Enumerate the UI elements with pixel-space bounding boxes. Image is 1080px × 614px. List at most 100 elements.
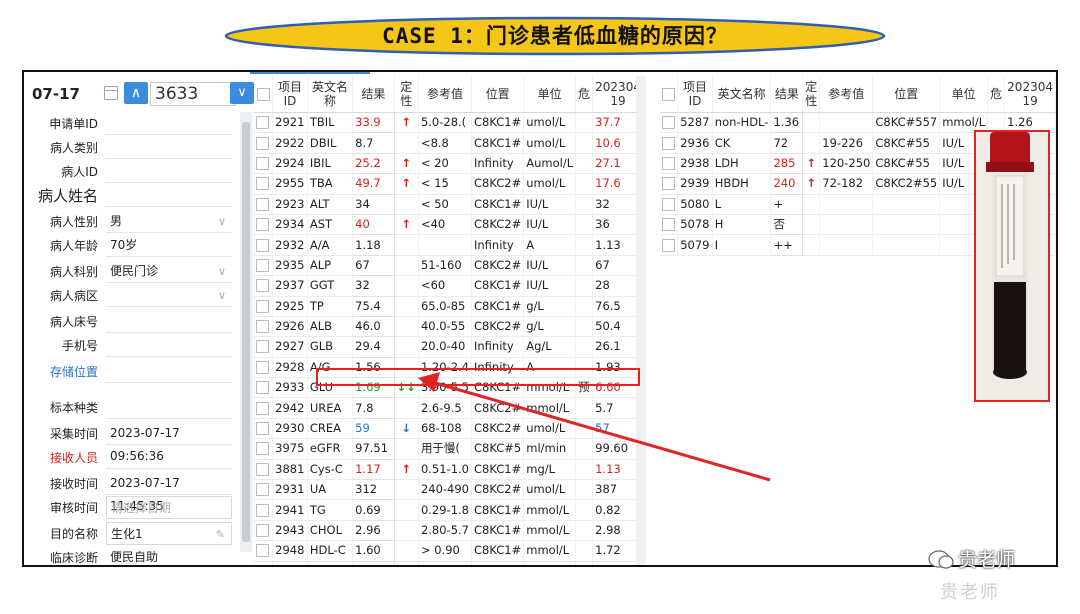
row-checkbox[interactable]: [662, 218, 675, 232]
cell-result[interactable]: 59: [352, 417, 395, 440]
row-checkbox[interactable]: [256, 381, 269, 395]
form-value[interactable]: [106, 184, 232, 207]
form-value[interactable]: 2023-07-17 09:56:36: [106, 422, 232, 463]
cell-result[interactable]: 72: [770, 132, 804, 154]
cell-result[interactable]: 1.21: [352, 560, 395, 565]
row-checkbox[interactable]: [256, 320, 269, 334]
form-value[interactable]: 男 ∨: [106, 210, 232, 233]
table-row[interactable]: 2937 GGT 32 <60 C8KC1# IU/L 28: [254, 275, 644, 297]
middle-scrollbar[interactable]: [636, 76, 646, 564]
row-checkbox[interactable]: [256, 156, 269, 170]
checkbox-cell[interactable]: [254, 153, 274, 175]
row-checkbox[interactable]: [256, 544, 269, 558]
row-checkbox[interactable]: [256, 360, 269, 374]
row-checkbox[interactable]: [256, 462, 269, 476]
form-value[interactable]: [106, 160, 232, 183]
form-value[interactable]: ∨: [106, 284, 232, 307]
row-checkbox[interactable]: [256, 442, 269, 456]
calendar-icon[interactable]: [104, 86, 118, 100]
checkbox-cell[interactable]: [254, 214, 274, 236]
row-checkbox[interactable]: [256, 340, 269, 354]
form-value[interactable]: 生化1 ✎: [106, 522, 232, 545]
checkbox-cell[interactable]: [660, 234, 679, 256]
checkbox-cell[interactable]: [254, 173, 274, 195]
checkbox-cell[interactable]: [254, 499, 274, 521]
checkbox-cell[interactable]: [254, 275, 274, 297]
cell-result[interactable]: 40: [352, 213, 395, 236]
cell-result[interactable]: 46.0: [352, 315, 395, 338]
cell-result[interactable]: 1.36: [770, 111, 804, 134]
table-row[interactable]: 2955 TBA 49.7 ↑ < 15 C8KC2# umol/L 17.6: [254, 173, 644, 195]
row-checkbox[interactable]: [256, 422, 269, 436]
checkbox-cell[interactable]: [254, 561, 274, 565]
row-checkbox[interactable]: [256, 483, 269, 497]
checkbox-cell[interactable]: [254, 459, 274, 481]
row-checkbox[interactable]: [662, 116, 675, 130]
checkbox-cell[interactable]: [254, 520, 274, 542]
row-checkbox[interactable]: [256, 136, 269, 150]
row-checkbox[interactable]: [256, 238, 269, 252]
table-row[interactable]: 2943 CHOL 2.96 2.80-5.7 C8KC1# mmol/L 2.98: [254, 519, 644, 542]
checkbox-cell[interactable]: [254, 255, 274, 277]
sample-date[interactable]: 07-17: [32, 82, 80, 106]
table-row[interactable]: 2931 UA 312 240-490 C8KC2# umol/L 387: [254, 479, 644, 501]
checkbox-cell[interactable]: [254, 132, 274, 154]
checkbox-cell[interactable]: [254, 540, 274, 562]
table-row[interactable]: 2941 TG 0.69 0.29-1.8 C8KC1# mmol/L 0.82: [254, 499, 644, 521]
cell-result[interactable]: 2.96: [352, 519, 395, 542]
checkbox[interactable]: [256, 88, 270, 101]
row-checkbox[interactable]: [256, 524, 269, 537]
chevron-up-icon[interactable]: ∧: [124, 82, 148, 104]
row-checkbox[interactable]: [662, 238, 675, 252]
checkbox-cell[interactable]: [660, 173, 679, 195]
table-row[interactable]: 2932 A/A 1.18 Infinity A 1.13: [254, 234, 644, 256]
checkbox-cell[interactable]: [254, 438, 274, 460]
form-value[interactable]: 2023-07-17 11:45:35: [106, 472, 232, 513]
table-row[interactable]: 2948 HDL-C 1.60 > 0.90 C8KC1# mmol/L 1.72: [254, 540, 644, 562]
checkbox-cell[interactable]: [254, 112, 274, 134]
checkbox-cell[interactable]: [660, 194, 679, 215]
checkbox-cell[interactable]: [254, 194, 274, 215]
checkbox-cell[interactable]: [254, 357, 274, 379]
left-scrollbar[interactable]: [240, 112, 252, 552]
row-checkbox[interactable]: [662, 136, 675, 150]
sample-number-input[interactable]: 3633: [150, 82, 236, 106]
cell-result[interactable]: 312: [352, 479, 395, 501]
cell-result[interactable]: 7.8: [352, 397, 395, 419]
checkbox-cell[interactable]: [254, 479, 274, 501]
cell-result[interactable]: 97.51: [352, 438, 395, 460]
table-row[interactable]: 3975 eGFR 97.51 用于慢(C8KC#5 ml/min 99.60: [254, 438, 644, 460]
form-value[interactable]: [106, 446, 232, 469]
form-value[interactable]: [106, 396, 232, 419]
cell-result[interactable]: 0.69: [352, 499, 395, 521]
table-row[interactable]: 2942 UREA 7.8 2.6-9.5 C8KC2# mmol/L 5.7: [254, 397, 644, 419]
form-label[interactable]: 存储位置: [28, 360, 98, 385]
chevron-down-icon[interactable]: ∨: [230, 82, 254, 104]
checkbox-cell[interactable]: [254, 234, 274, 256]
table-row[interactable]: 2925 TP 75.4 65.0-85 C8KC1# g/L 76.5: [254, 295, 644, 317]
cell-result[interactable]: 1.18: [352, 234, 395, 256]
checkbox-cell[interactable]: [660, 214, 679, 236]
cell-result[interactable]: 285: [770, 152, 804, 175]
row-checkbox[interactable]: [662, 197, 675, 211]
cell-result[interactable]: 32: [352, 275, 395, 297]
cell-result[interactable]: +: [770, 193, 804, 215]
cell-result[interactable]: 8.7: [352, 132, 395, 154]
table-row[interactable]: 2927 GLB 29.4 20.0-40 Infinity Ag/L 26.1: [254, 336, 644, 358]
form-value[interactable]: [106, 360, 232, 383]
checkbox-cell[interactable]: [254, 316, 274, 338]
table-row[interactable]: 2949LDL-C1.21< 4.0C8KC2#mmol/L1.02: [254, 560, 644, 565]
cell-result[interactable]: 49.7: [352, 173, 395, 195]
row-checkbox[interactable]: [256, 116, 269, 130]
form-value[interactable]: [106, 334, 232, 357]
cell-result[interactable]: 否: [770, 213, 804, 236]
row-checkbox[interactable]: [256, 197, 269, 211]
select-all-checkbox[interactable]: [660, 76, 679, 113]
form-value[interactable]: [106, 310, 232, 333]
form-value[interactable]: [106, 112, 232, 135]
row-checkbox[interactable]: [662, 156, 675, 170]
table-row[interactable]: 2935 ALP 67 51-160 C8KC2# IU/L 67: [254, 254, 644, 277]
table-row[interactable]: 2934 AST 40 ↑ <40 C8KC2# IU/L 36: [254, 213, 644, 236]
chevron-down-icon[interactable]: ∨: [218, 284, 226, 307]
form-value[interactable]: 请选择日期: [106, 496, 232, 519]
